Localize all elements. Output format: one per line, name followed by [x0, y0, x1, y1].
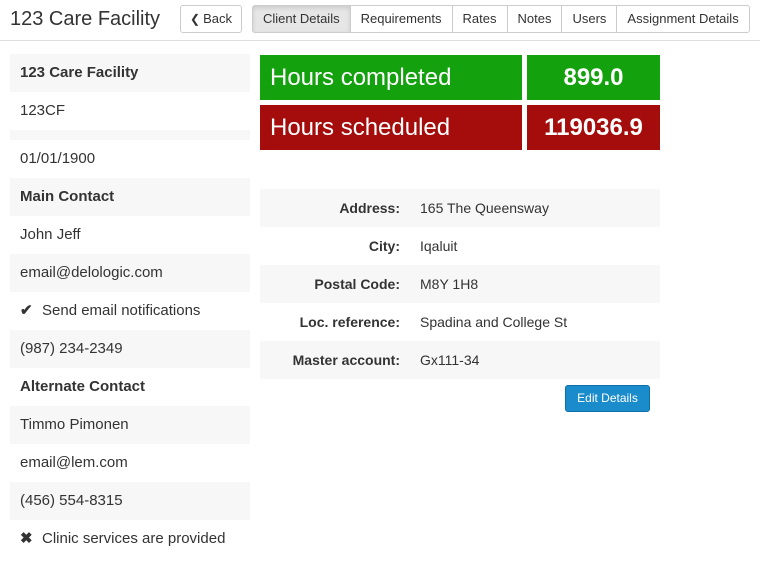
hours-scheduled-value: 119036.9	[527, 105, 660, 150]
main-contact-name: John Jeff	[20, 226, 81, 243]
tab-users[interactable]: Users	[561, 5, 618, 33]
client-name: 123 Care Facility	[10, 54, 250, 92]
alternate-contact-email: email@lem.com	[20, 454, 128, 471]
back-button[interactable]: ❮ Back	[180, 5, 242, 33]
alternate-contact-name: Timmo Pimonen	[10, 406, 250, 444]
loc-reference-label: Loc. reference:	[299, 314, 400, 330]
back-button-label: Back	[203, 11, 232, 26]
tab-client-details[interactable]: Client Details	[252, 5, 351, 33]
city-value: Iqaluit	[420, 238, 458, 254]
main-contact-email: email@delologic.com	[10, 254, 250, 292]
hours-stats: Hours completed 899.0 Hours scheduled 11…	[260, 55, 660, 155]
tab-assignment-details[interactable]: Assignment Details	[616, 5, 750, 33]
tab-requirements[interactable]: Requirements	[349, 5, 453, 33]
address-row: Address: 165 The Queensway	[260, 189, 660, 227]
hours-scheduled-row: Hours scheduled 119036.9	[260, 105, 660, 150]
hours-scheduled-label: Hours scheduled	[260, 105, 522, 150]
send-email-label: Send email notifications	[42, 302, 201, 319]
chevron-left-icon: ❮	[190, 12, 201, 26]
x-icon: ✖	[20, 530, 33, 547]
clinic-services: ✖ Clinic services are provided	[10, 520, 250, 558]
hours-completed-label: Hours completed	[260, 55, 522, 100]
hours-completed-value: 899.0	[527, 55, 660, 100]
client-date: 01/01/1900	[20, 150, 96, 167]
postal-code-label: Postal Code:	[314, 276, 400, 292]
client-code: 123CF	[20, 102, 66, 119]
page-title: 123 Care Facility	[10, 8, 161, 30]
spacer-row	[10, 130, 250, 140]
tab-notes[interactable]: Notes	[506, 5, 563, 33]
edit-details-button[interactable]: Edit Details	[565, 385, 650, 412]
hours-completed-row: Hours completed 899.0	[260, 55, 660, 100]
check-icon: ✔	[20, 302, 33, 319]
tab-rates[interactable]: Rates	[451, 5, 508, 33]
clinic-services-label: Clinic services are provided	[42, 530, 226, 547]
postal-code-row: Postal Code: M8Y 1H8	[260, 265, 660, 303]
address-label: Address:	[339, 200, 400, 216]
city-label: City:	[368, 238, 400, 254]
alternate-contact-phone: (456) 554-8315	[10, 482, 250, 520]
main-contact-heading: Main Contact	[10, 178, 250, 216]
page-header: 123 Care Facility ❮ Back Client Details R…	[0, 0, 760, 41]
main-contact-phone: (987) 234-2349	[10, 330, 250, 368]
postal-code-value: M8Y 1H8	[420, 276, 479, 292]
client-info-panel: 123 Care Facility 123CF 01/01/1900 Main …	[10, 54, 250, 558]
address-details: Address: 165 The Queensway City: Iqaluit…	[260, 189, 660, 379]
master-account-value: Gx111-34	[420, 352, 480, 368]
city-row: City: Iqaluit	[260, 227, 660, 265]
address-value: 165 The Queensway	[420, 200, 549, 216]
master-account-label: Master account:	[292, 352, 400, 368]
master-account-row: Master account: Gx111-34	[260, 341, 660, 379]
loc-reference-row: Loc. reference: Spadina and College St	[260, 303, 660, 341]
tab-bar: Client Details Requirements Rates Notes …	[252, 5, 750, 33]
alternate-contact-heading: Alternate Contact	[20, 378, 146, 395]
send-email-notifications: ✔ Send email notifications	[10, 292, 250, 330]
loc-reference-value: Spadina and College St	[420, 314, 568, 330]
